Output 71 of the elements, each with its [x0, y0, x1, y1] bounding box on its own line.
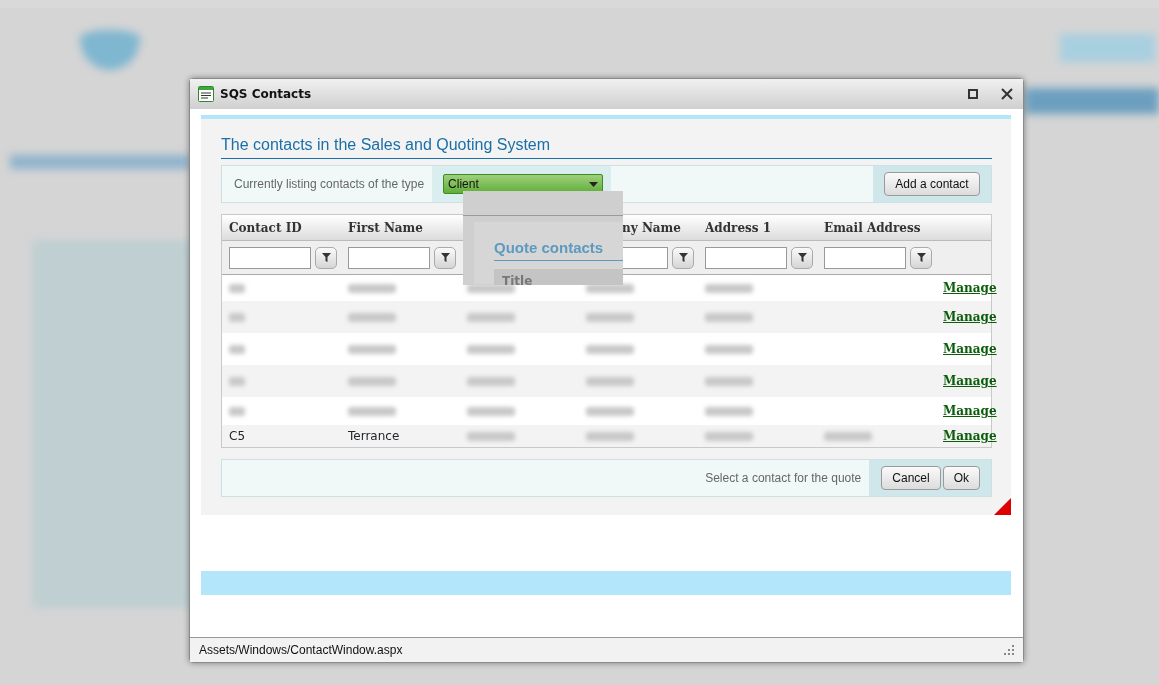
blurred-text	[467, 344, 515, 354]
blurred-text	[348, 406, 396, 416]
funnel-icon	[797, 253, 807, 262]
manage-link[interactable]: Manage	[943, 402, 997, 420]
manage-link[interactable]: Manage	[943, 279, 997, 297]
overlay-heading: Quote contacts	[494, 237, 623, 261]
filter-field[interactable]	[705, 246, 787, 269]
filter-button[interactable]	[791, 246, 813, 269]
filter-button[interactable]	[672, 246, 694, 269]
funnel-icon	[678, 253, 688, 262]
add-contact-button[interactable]: Add a contact	[884, 172, 980, 196]
filter-button[interactable]	[434, 246, 456, 269]
blurred-text	[348, 344, 396, 354]
blurred-text	[705, 312, 753, 322]
column-header: ny Name	[622, 220, 681, 235]
blurred-text	[705, 283, 753, 293]
blurred-text	[348, 376, 396, 386]
overlay-column-header: Title	[494, 268, 623, 285]
blurred-text	[824, 431, 872, 441]
blurred-text	[586, 431, 634, 441]
filter-field[interactable]	[824, 246, 906, 269]
blurred-text	[229, 344, 245, 354]
filter-label: Currently listing contacts of the type	[233, 176, 426, 193]
corner-mark	[994, 498, 1011, 515]
filter-button[interactable]	[910, 246, 932, 269]
manage-link[interactable]: Manage	[943, 372, 997, 390]
column-header: First Name	[348, 220, 423, 235]
funnel-icon	[321, 253, 331, 262]
blurred-text	[705, 431, 753, 441]
blurred-text	[348, 283, 396, 293]
filter-button[interactable]	[315, 246, 337, 269]
column-header: Contact ID	[229, 220, 302, 235]
table-cell: C5	[229, 429, 245, 443]
section-heading: The contacts in the Sales and Quoting System	[221, 133, 992, 159]
window-title: SQS Contacts	[220, 86, 312, 103]
blurred-text	[586, 406, 634, 416]
blurred-text	[705, 376, 753, 386]
column-header: Address 1	[705, 220, 772, 235]
manage-link[interactable]: Manage	[943, 427, 997, 445]
funnel-icon	[440, 253, 450, 262]
maximize-button[interactable]	[965, 86, 981, 102]
blurred-text	[705, 344, 753, 354]
blurred-text	[586, 312, 634, 322]
type-dropdown[interactable]: Client	[443, 174, 604, 194]
funnel-icon	[916, 253, 926, 262]
document-icon	[198, 86, 214, 102]
blurred-text	[229, 283, 245, 293]
manage-link[interactable]: Manage	[943, 340, 997, 358]
resize-grip-icon[interactable]	[1004, 645, 1014, 655]
blurred-text	[586, 376, 634, 386]
close-button[interactable]	[999, 86, 1015, 102]
blurred-text	[467, 376, 515, 386]
filter-field[interactable]	[348, 246, 430, 269]
blurred-text	[586, 344, 634, 354]
blurred-text	[467, 312, 515, 322]
blurred-text	[467, 431, 515, 441]
blurred-text	[705, 406, 753, 416]
status-text: Assets/Windows/ContactWindow.aspx	[199, 642, 403, 659]
blurred-text	[467, 406, 515, 416]
cancel-button[interactable]: Cancel	[881, 466, 941, 490]
blurred-text	[229, 312, 245, 322]
filter-field[interactable]	[229, 246, 311, 269]
blurred-text	[229, 376, 245, 386]
caret-icon	[589, 181, 599, 187]
column-header: Email Address	[824, 220, 921, 235]
hint-text: Select a contact for the quote	[705, 470, 863, 487]
blurred-text	[348, 312, 396, 322]
blurred-text	[229, 406, 245, 416]
ok-button[interactable]: Ok	[942, 466, 980, 490]
table-cell: Terrance	[348, 429, 400, 443]
manage-link[interactable]: Manage	[943, 308, 997, 326]
